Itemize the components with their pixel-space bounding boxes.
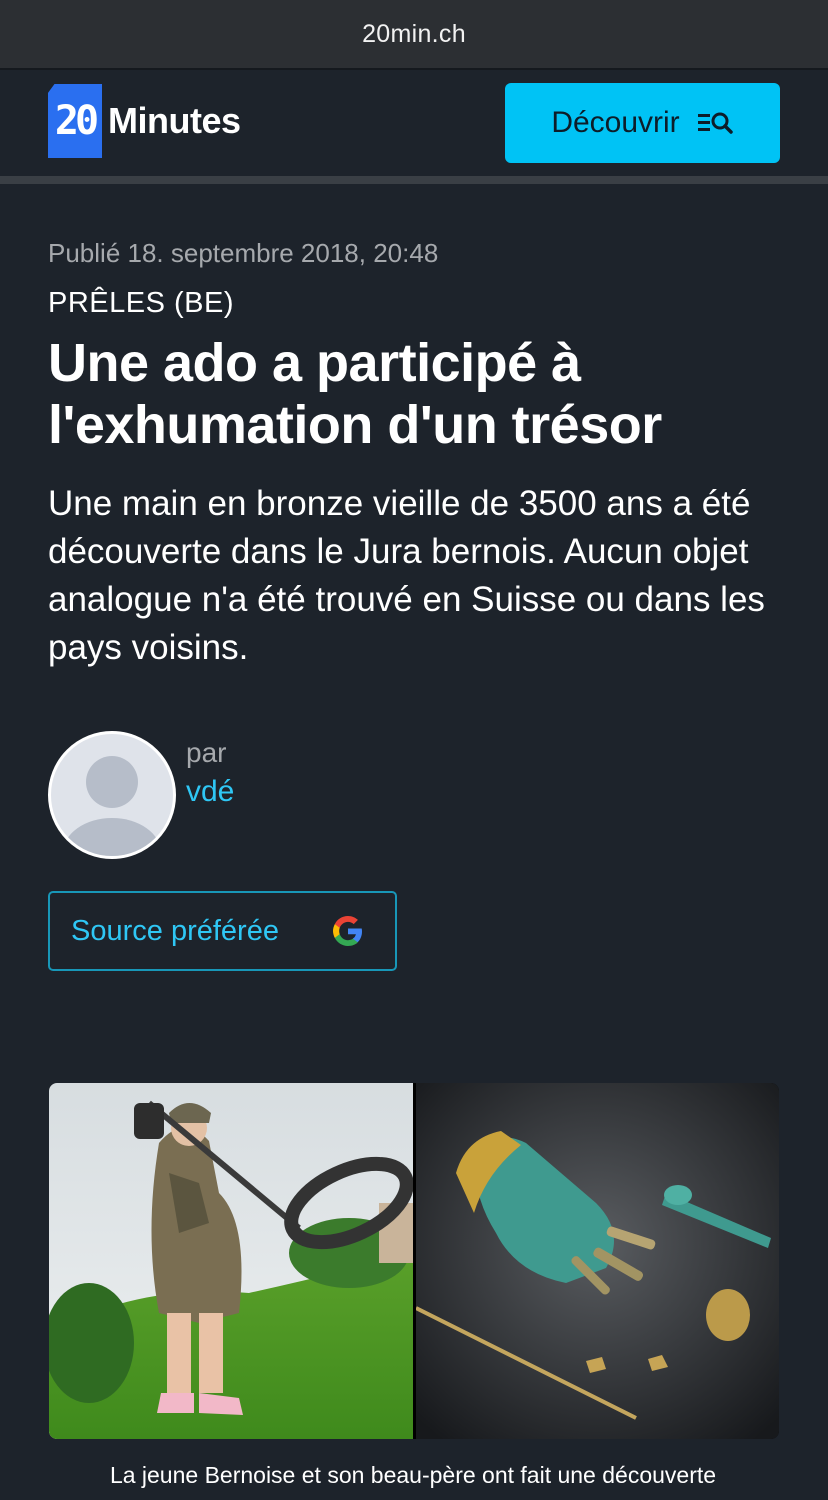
- discover-label: Découvrir: [551, 106, 680, 139]
- photo-girl-metal-detector: [49, 1083, 413, 1439]
- logo-badge: 20: [48, 84, 102, 158]
- publish-date: Publié 18. septembre 2018, 20:48: [48, 238, 439, 268]
- article-image[interactable]: [49, 1083, 779, 1439]
- by-label: par: [186, 737, 227, 768]
- logo-text: Minutes: [108, 100, 241, 141]
- article-kicker: PRÊLES (BE): [48, 287, 234, 319]
- article-header: Publié 18. septembre 2018, 20:48 PRÊLES …: [48, 238, 788, 672]
- url-text[interactable]: 20min.ch: [362, 20, 466, 49]
- user-placeholder-icon[interactable]: [48, 731, 176, 859]
- preferred-source-label: Source préférée: [71, 914, 279, 947]
- site-header: 20 Minutes Découvrir: [0, 70, 828, 176]
- discover-button[interactable]: Découvrir: [505, 83, 780, 163]
- image-caption: La jeune Bernoise et son beau-père ont f…: [109, 1462, 717, 1488]
- photo-bronze-hand: [416, 1083, 779, 1439]
- preferred-source-button[interactable]: Source préférée: [48, 891, 397, 971]
- google-g-icon: [329, 912, 367, 950]
- article-headline: Une ado a participé à l'exhumation d'un …: [48, 333, 662, 455]
- browser-url-bar[interactable]: 20min.ch: [0, 0, 828, 70]
- search-list-icon: [697, 110, 734, 136]
- site-logo[interactable]: 20 Minutes: [48, 84, 241, 158]
- article-lead: Une main en bronze vieille de 3500 ans a…: [48, 484, 765, 667]
- author-link[interactable]: vdé: [186, 775, 234, 809]
- header-divider: [0, 176, 828, 184]
